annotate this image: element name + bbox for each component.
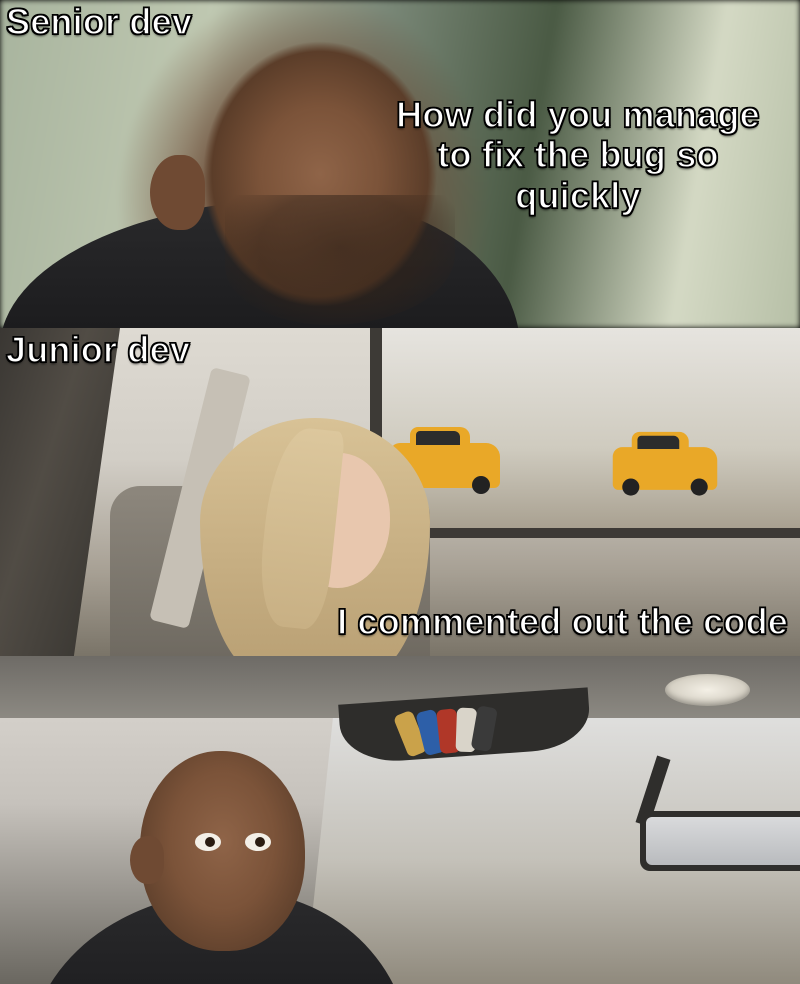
driver-eye xyxy=(245,833,271,851)
panel-2-label: Junior dev xyxy=(6,330,190,370)
panel-1-quote: How did you manage to fix the bug so qui… xyxy=(368,95,788,216)
driver-eye xyxy=(195,833,221,851)
panel-1-label: Senior dev xyxy=(6,2,192,42)
panel-2-quote: I commented out the code xyxy=(337,602,788,642)
driver-ear xyxy=(150,155,205,230)
meme-panel-3 xyxy=(0,656,800,984)
driver-ear xyxy=(130,836,164,884)
driver-reaction xyxy=(60,751,380,984)
meme-panel-2: Junior dev I commented out the code xyxy=(0,328,800,656)
taxi-icon xyxy=(613,447,718,490)
meme-panel-1: Senior dev How did you manage to fix the… xyxy=(0,0,800,328)
rearview-mirror xyxy=(640,811,800,871)
driver-head xyxy=(140,751,305,951)
meme-image: Senior dev How did you manage to fix the… xyxy=(0,0,800,984)
dome-light-icon xyxy=(665,674,750,706)
